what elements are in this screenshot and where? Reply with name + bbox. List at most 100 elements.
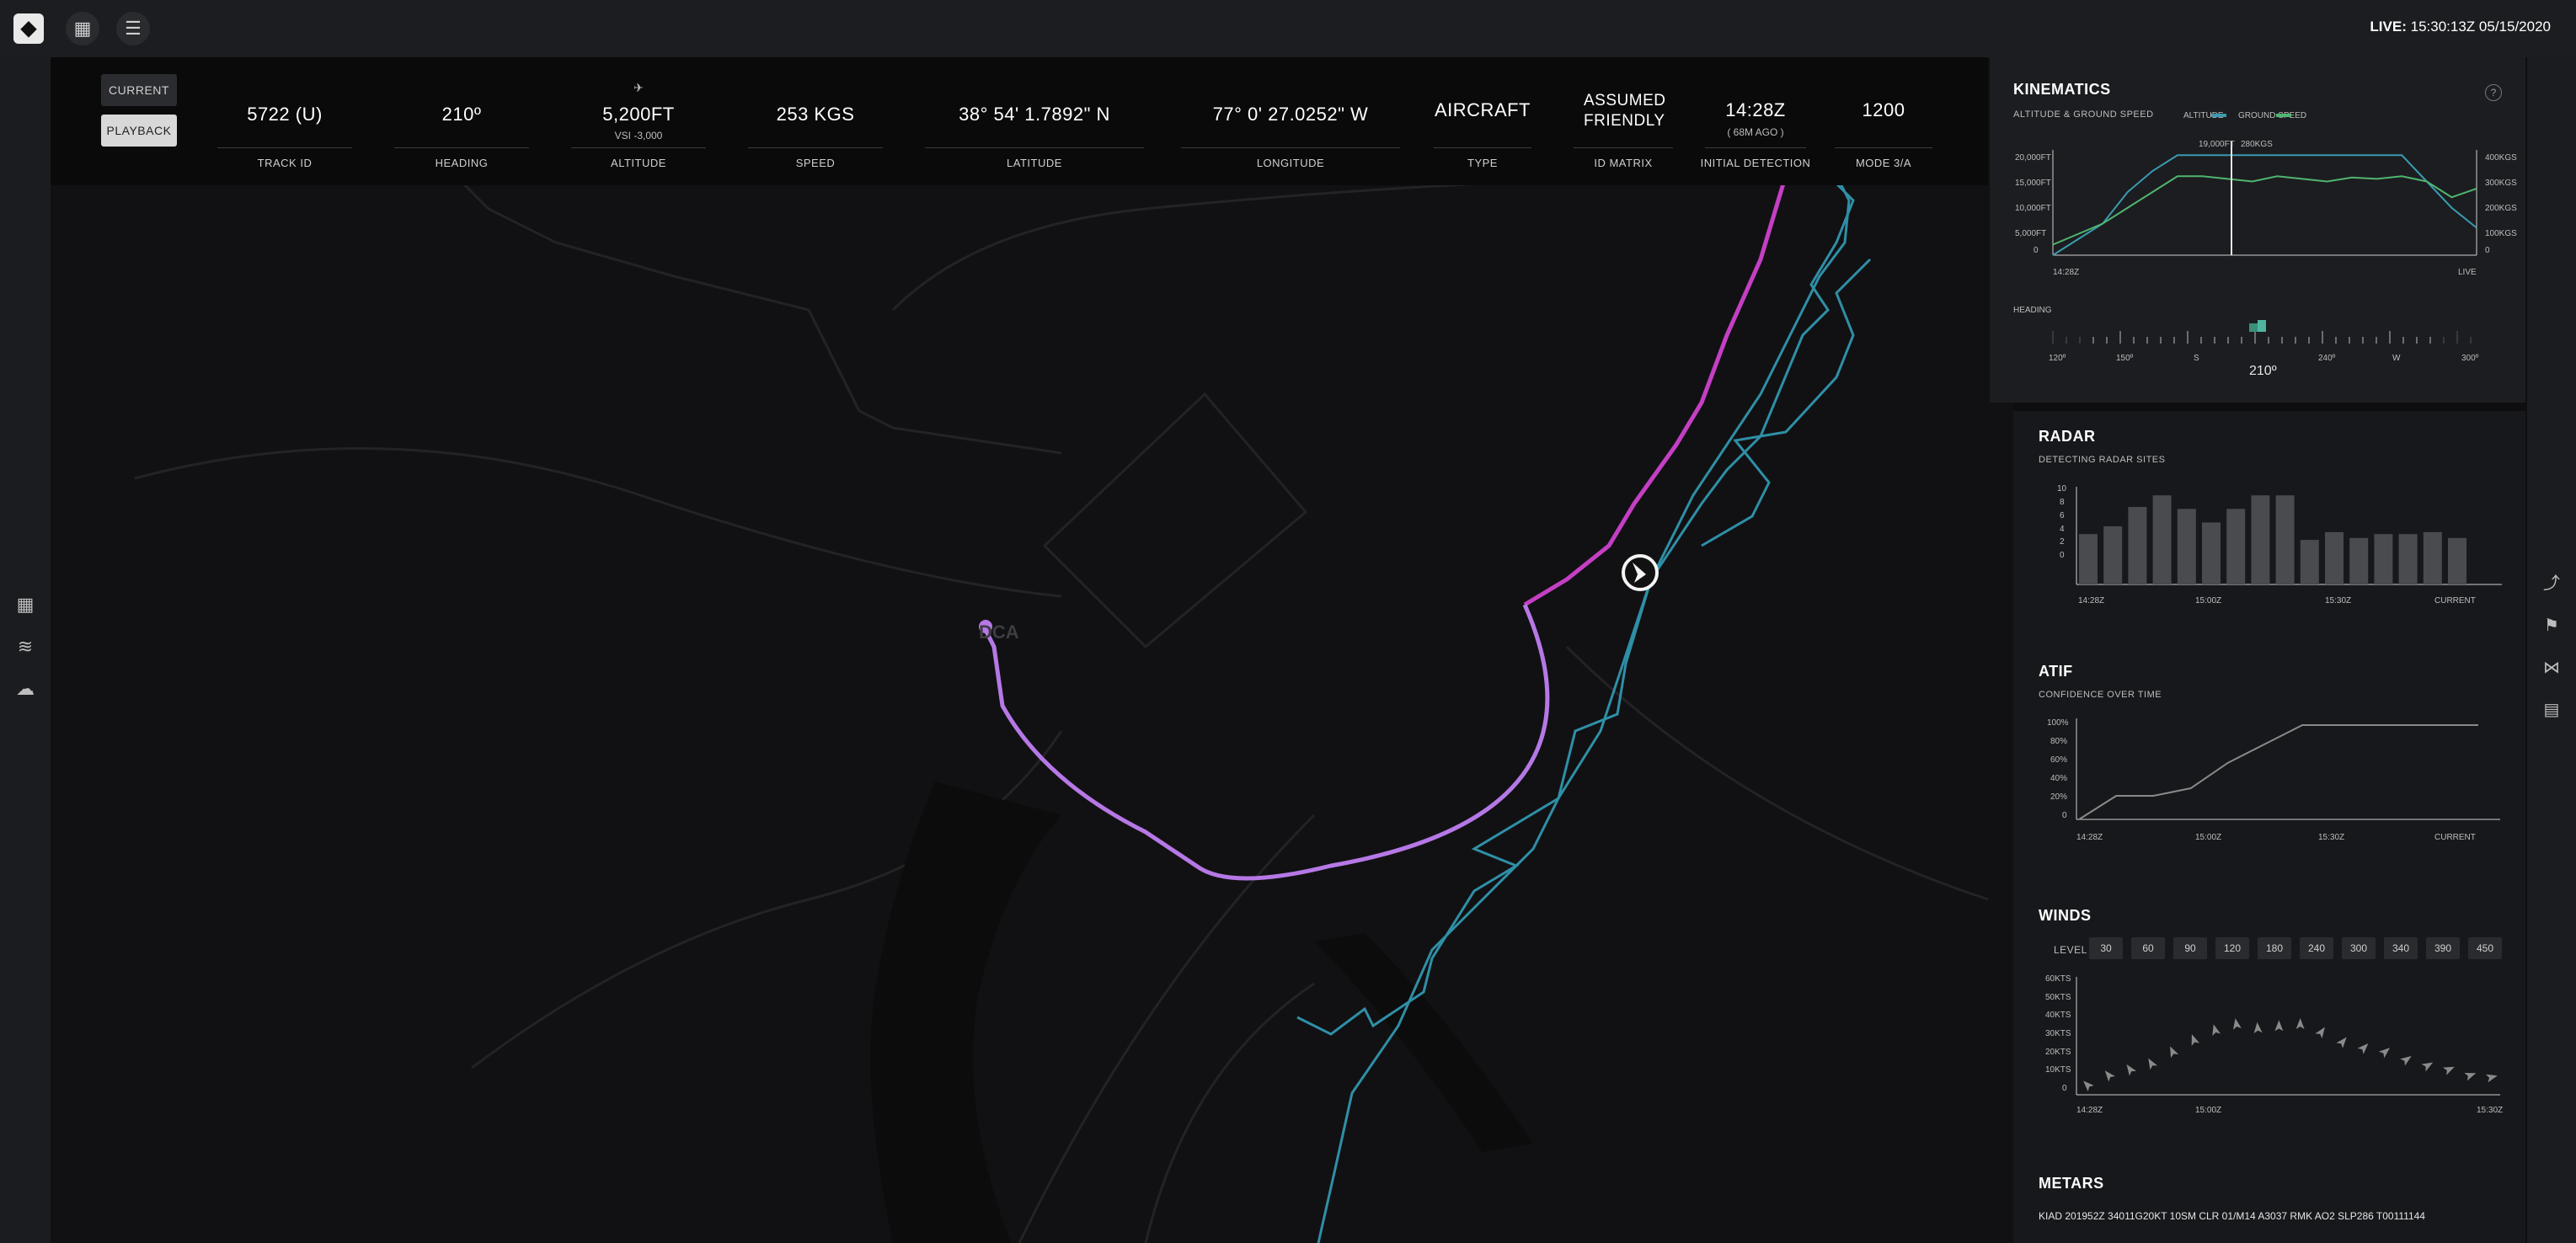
wind-arrow-icon (2315, 1027, 2325, 1039)
filter-sliders-icon[interactable]: ☰ (116, 12, 150, 45)
winds-y-2: 40KTS (2045, 1011, 2071, 1020)
radar-x-3: CURRENT (2434, 596, 2476, 605)
radar-bar (2398, 534, 2418, 584)
radar-bar (2423, 531, 2442, 584)
flag-icon[interactable]: ⚑ (2539, 613, 2564, 638)
atif-y-2: 60% (2050, 755, 2067, 765)
field-heading: 210º HEADING (389, 57, 534, 185)
type-label: TYPE (1467, 157, 1498, 169)
route-icon[interactable]: ⤴ (2539, 571, 2564, 596)
altitude-label: ALTITUDE (611, 157, 666, 169)
field-speed: 253 KGS SPEED (743, 57, 888, 185)
kin-yl-0: 20,000FT (2015, 153, 2051, 163)
aircraft-marker[interactable] (1622, 554, 1659, 591)
level-390-button[interactable]: 390 (2426, 937, 2460, 959)
heading-tick-2: S (2194, 354, 2199, 363)
map-canvas[interactable]: DCA (51, 57, 2013, 1243)
live-time: 15:30:13Z (2410, 19, 2476, 35)
metars-title: METARS (2039, 1175, 2104, 1192)
report-icon[interactable]: ▤ (2539, 697, 2564, 723)
heading-tick-3: 240º (2318, 354, 2336, 363)
level-30-button[interactable]: 30 (2089, 937, 2123, 959)
wind-arrow-icon (2212, 1024, 2221, 1037)
radar-bar (2177, 509, 2196, 584)
kin-x-end: LIVE (2458, 268, 2477, 277)
heading-tick-1: 150º (2116, 354, 2134, 363)
field-altitude: ✈ 5,200FT VSI -3,000 ALTITUDE (566, 57, 711, 185)
level-240-button[interactable]: 240 (2300, 937, 2333, 959)
metars-panel: METARS (2013, 1158, 2525, 1243)
map-layer-icon[interactable]: ▦ (12, 591, 39, 618)
kinematics-chart: ALTITUDE GROUND SPEED 20,000FT 15,000FT … (2013, 111, 2517, 378)
map-river (870, 782, 1533, 1243)
wind-arrow-icon (2421, 1062, 2434, 1072)
level-120-button[interactable]: 120 (2215, 937, 2249, 959)
level-300-button[interactable]: 300 (2342, 937, 2376, 959)
mode-3a-value: 1200 (1862, 99, 1905, 120)
atif-y-5: 0 (2062, 811, 2067, 820)
radar-bars (2079, 495, 2466, 584)
radar-x-1: 15:00Z (2195, 596, 2221, 605)
level-180-button[interactable]: 180 (2258, 937, 2291, 959)
wind-arrow-icon (2126, 1064, 2137, 1076)
right-sidebar: ⤴ ⚑ ⋈ ▤ (2527, 57, 2576, 1243)
type-value: AIRCRAFT (1435, 99, 1531, 120)
level-60-button[interactable]: 60 (2131, 937, 2165, 959)
altitude-line (2052, 154, 2477, 256)
cursor-alt: 19,000FT (2199, 140, 2235, 149)
level-340-button[interactable]: 340 (2384, 937, 2418, 959)
live-label: LIVE: (2370, 19, 2407, 35)
atif-y-0: 100% (2047, 718, 2069, 728)
radar-bar (2128, 507, 2147, 584)
heading-current-value: 210º (2249, 364, 2277, 378)
current-mode-button[interactable]: CURRENT (101, 74, 177, 106)
mode-3a-label: MODE 3/A (1855, 157, 1912, 169)
kin-yl-4: 0 (2034, 246, 2039, 255)
latitude-label: LATITUDE (1007, 157, 1062, 169)
wind-arrow-icon (2464, 1073, 2477, 1081)
radar-bar (2300, 540, 2319, 584)
confidence-line (2078, 724, 2478, 820)
radar-bar (2349, 537, 2369, 584)
weather-icon[interactable]: ☁ (12, 675, 39, 702)
radar-bar (2202, 522, 2221, 584)
map-roads (134, 72, 1989, 1243)
winds-x-2: 15:30Z (2477, 1106, 2503, 1115)
radar-bar (2152, 495, 2172, 584)
field-latitude: 38° 54' 1.7892" N LATITUDE (920, 57, 1149, 185)
field-longitude: 77° 0' 27.0252" W LONGITUDE (1176, 57, 1405, 185)
altitude-value: 5,200FT (602, 104, 675, 125)
groundspeed-line (2052, 175, 2477, 246)
id-matrix-label: ID MATRIX (1594, 157, 1653, 169)
radar-bar (2251, 495, 2270, 584)
radar-bar (2448, 537, 2466, 584)
radar-track-scatter (1701, 258, 1872, 547)
kin-yr-3: 100KGS (2485, 229, 2517, 238)
atif-x-1: 15:00Z (2195, 833, 2221, 842)
playback-mode-button[interactable]: PLAYBACK (101, 115, 177, 147)
field-id-matrix: ASSUMED FRIENDLY ID MATRIX (1569, 57, 1678, 185)
winds-x-1: 15:00Z (2195, 1106, 2221, 1115)
field-type: AIRCRAFT TYPE (1429, 57, 1537, 185)
top-bar: ◆ ▦ ☰ LIVE: 15:30:13Z 05/15/2020 (0, 0, 2576, 58)
radar-bar (2103, 526, 2123, 584)
kin-x-start: 14:28Z (2053, 268, 2079, 277)
initial-detection-ago: ( 68M AGO ) (1727, 126, 1784, 138)
radar-track-segment (1296, 90, 1864, 1036)
field-initial-detection: 14:28Z ( 68M AGO ) INITIAL DETECTION (1700, 57, 1811, 185)
level-90-button[interactable]: 90 (2173, 937, 2207, 959)
layers-icon[interactable]: ≋ (12, 633, 39, 660)
network-icon[interactable]: ⋈ (2539, 655, 2564, 680)
aircraft-track-recent (983, 603, 1550, 881)
radar-y-8: 8 (2060, 498, 2065, 507)
kin-yr-0: 400KGS (2485, 153, 2517, 163)
atif-panel: ATIF CONFIDENCE OVER TIME 100% 80% 60% 4… (2013, 643, 2525, 880)
level-450-button[interactable]: 450 (2468, 937, 2502, 959)
radar-bar (2325, 531, 2344, 584)
heading-label: HEADING (2013, 306, 2052, 315)
atif-x-3: CURRENT (2434, 833, 2476, 842)
map-view-icon[interactable]: ▦ (66, 12, 99, 45)
atif-y-4: 20% (2050, 792, 2067, 802)
wind-arrow-icon (2295, 1018, 2305, 1029)
heading-marker-b (2258, 320, 2266, 332)
